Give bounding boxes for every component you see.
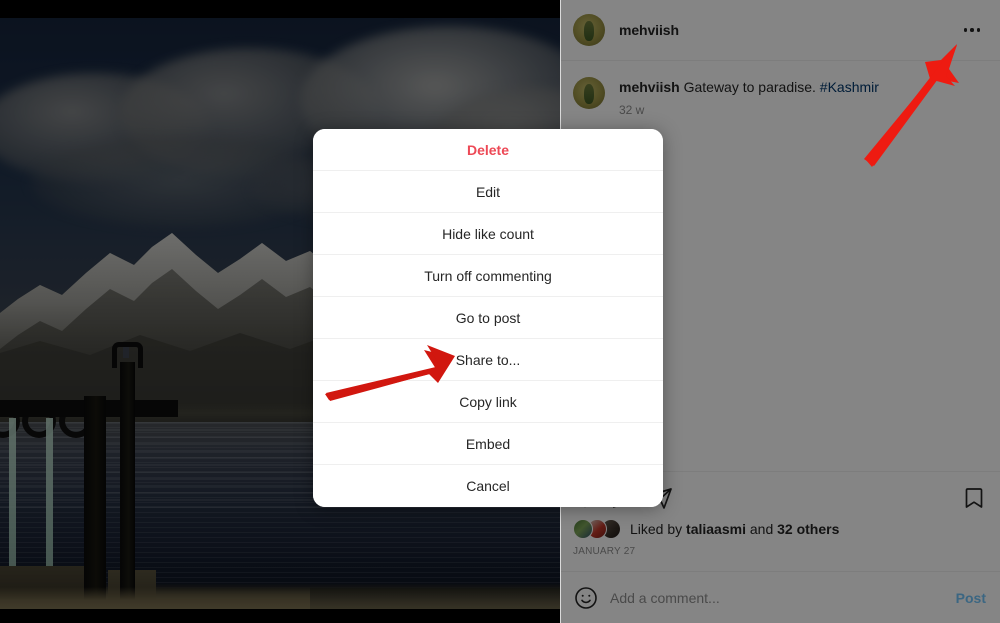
post-header: mehviish [561, 0, 1000, 61]
caption-text: Gateway to paradise. [683, 79, 816, 95]
avatar [573, 519, 593, 539]
user-avatar[interactable] [573, 14, 605, 46]
modal-item-copy-link[interactable]: Copy link [313, 381, 663, 423]
comment-input[interactable] [610, 589, 956, 606]
photo-letterbox-top [0, 0, 560, 18]
avatar[interactable] [573, 77, 605, 109]
liked-by-others-count[interactable]: 32 others [777, 521, 839, 537]
photo-letterbox-bottom [0, 609, 560, 623]
modal-item-cancel[interactable]: Cancel [313, 465, 663, 507]
add-comment-bar: Post [561, 571, 1000, 623]
modal-item-go-to-post[interactable]: Go to post [313, 297, 663, 339]
bookmark-icon[interactable] [962, 486, 986, 510]
modal-item-edit[interactable]: Edit [313, 171, 663, 213]
three-dots-icon[interactable] [958, 16, 986, 44]
caption-username[interactable]: mehviish [619, 79, 680, 95]
post-author-username[interactable]: mehviish [619, 22, 679, 38]
caption-hashtag[interactable]: #Kashmir [820, 79, 879, 95]
modal-item-turn-off-commenting[interactable]: Turn off commenting [313, 255, 663, 297]
smiley-face-icon[interactable] [573, 585, 599, 611]
post-caption: mehviish Gateway to paradise. #Kashmir 3… [573, 77, 986, 117]
post-options-modal: Delete Edit Hide like count Turn off com… [313, 129, 663, 507]
liker-avatars [573, 519, 621, 539]
liked-by-row: Liked by taliaasmi and 32 others [573, 519, 986, 539]
modal-item-delete[interactable]: Delete [313, 129, 663, 171]
post-date: JANUARY 27 [573, 546, 636, 557]
modal-item-hide-like-count[interactable]: Hide like count [313, 213, 663, 255]
modal-item-embed[interactable]: Embed [313, 423, 663, 465]
liked-by-connector: and [749, 521, 774, 537]
post-comment-button[interactable]: Post [956, 590, 986, 606]
liked-by-username[interactable]: taliaasmi [686, 521, 746, 537]
liked-by-prefix: Liked by [630, 521, 683, 537]
instagram-post-viewer: mehviish mehviish Gateway to paradise. #… [0, 0, 1000, 623]
modal-item-share-to[interactable]: Share to... [313, 339, 663, 381]
caption-timestamp: 32 w [619, 103, 645, 117]
